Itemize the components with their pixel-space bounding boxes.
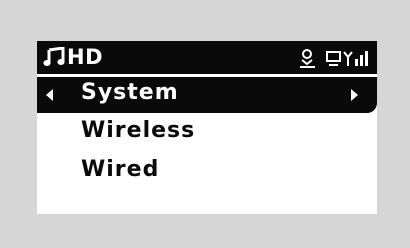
arrow-left-icon[interactable] [46, 89, 53, 101]
menu-item-wired[interactable]: Wired [37, 152, 377, 191]
status-bar: HD [37, 41, 377, 74]
menu-item-label: Wireless [81, 118, 196, 143]
menu-item-system[interactable]: System [37, 77, 377, 113]
music-note-icon [43, 47, 65, 66]
user-icon [300, 49, 315, 68]
menu-item-wireless[interactable]: Wireless [37, 113, 377, 152]
source-label: HD [67, 45, 104, 69]
settings-menu: System Wireless Wired [37, 74, 377, 191]
wifi-signal-icon [326, 51, 368, 66]
device-screen: HD System Wireless Wired [37, 41, 377, 214]
menu-item-label: Wired [81, 157, 160, 182]
arrow-right-icon[interactable] [351, 89, 358, 101]
menu-item-label: System [81, 80, 179, 105]
